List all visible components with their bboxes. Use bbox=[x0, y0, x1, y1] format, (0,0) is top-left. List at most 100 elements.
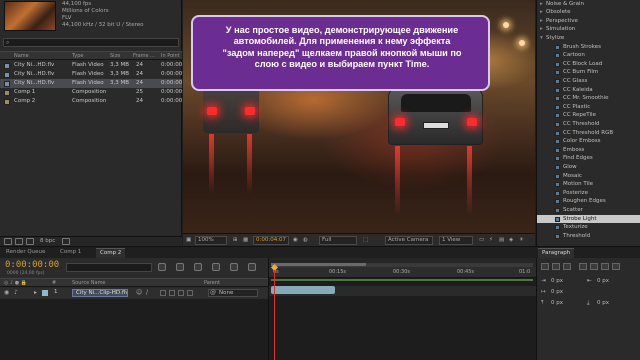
exposure-icon[interactable]: ☀ bbox=[519, 237, 524, 243]
align-right-icon[interactable] bbox=[563, 263, 571, 270]
tab-paragraph[interactable]: Paragraph bbox=[538, 248, 575, 258]
hide-shy-layers-icon[interactable] bbox=[194, 263, 202, 271]
column-source-name[interactable]: Source Name bbox=[72, 280, 106, 286]
adjustment-switch[interactable] bbox=[187, 290, 193, 296]
effect-item[interactable]: Threshold bbox=[537, 232, 640, 240]
project-item[interactable]: City Ni...HD.flv Flash Video 3,3 MB 24 0:00:… bbox=[0, 79, 182, 88]
chevron-right-icon[interactable]: ▸ bbox=[540, 9, 543, 15]
new-folder-icon[interactable] bbox=[15, 238, 23, 245]
viewer-timecode[interactable]: 0:00:04:07 bbox=[253, 236, 289, 245]
chevron-right-icon[interactable]: ▸ bbox=[540, 26, 543, 32]
effect-item[interactable]: Scatter bbox=[537, 206, 640, 214]
project-search-input[interactable]: ⌕ bbox=[3, 38, 179, 47]
justify-all-icon[interactable] bbox=[612, 263, 620, 270]
chevron-down-icon[interactable]: ▾ bbox=[540, 35, 543, 41]
audio-icon[interactable]: ♪ bbox=[14, 289, 18, 296]
effect-item[interactable]: Motion Tile bbox=[537, 181, 640, 189]
effect-item[interactable]: CC Plastic bbox=[537, 103, 640, 111]
effect-item[interactable]: Mosaic bbox=[537, 172, 640, 180]
project-item[interactable]: City Ni...HD.flv Flash Video 3,3 MB 24 0:00:… bbox=[0, 61, 182, 70]
label-color-swatch[interactable] bbox=[42, 290, 48, 296]
timeline-search-input[interactable] bbox=[66, 263, 152, 272]
timeline-timecode[interactable]: 0:00:00:00 bbox=[5, 260, 59, 270]
shy-switch-icon[interactable]: ☺ bbox=[136, 289, 142, 296]
eye-icon[interactable]: ◉ bbox=[4, 289, 9, 296]
pick-whip-icon[interactable]: @ bbox=[210, 289, 216, 296]
quality-switch-icon[interactable]: / bbox=[146, 289, 148, 296]
effect-item[interactable]: Cartoon bbox=[537, 52, 640, 60]
effect-item[interactable]: Strobe Light bbox=[537, 215, 640, 223]
indent-first-field[interactable]: 0 px bbox=[551, 289, 563, 295]
space-before-field[interactable]: 0 px bbox=[551, 300, 563, 306]
space-after-field[interactable]: 0 px bbox=[597, 300, 609, 306]
justify-center-icon[interactable] bbox=[590, 263, 598, 270]
effect-item[interactable]: Posterize bbox=[537, 189, 640, 197]
effect-item[interactable]: CC RepeTile bbox=[537, 112, 640, 120]
chevron-right-icon[interactable]: ▸ bbox=[540, 18, 543, 24]
video-frame[interactable]: У нас простое видео, демонстрирующее дви… bbox=[183, 0, 535, 233]
tab-comp-1[interactable]: Comp 1 bbox=[56, 248, 85, 258]
column-size[interactable]: Size bbox=[110, 53, 120, 59]
magnification-dropdown[interactable]: 100% bbox=[195, 236, 227, 245]
show-channel-icon[interactable]: ◍ bbox=[303, 237, 308, 243]
column-in-point[interactable]: In Point bbox=[161, 53, 180, 59]
effect-item[interactable]: Texturize bbox=[537, 224, 640, 232]
effect-item[interactable]: Color Emboss bbox=[537, 138, 640, 146]
new-comp-icon[interactable] bbox=[26, 238, 34, 245]
indent-right-field[interactable]: 0 px bbox=[597, 278, 609, 284]
justify-right-icon[interactable] bbox=[601, 263, 609, 270]
interpret-footage-icon[interactable] bbox=[4, 238, 12, 245]
effect-item[interactable]: CC Burn Film bbox=[537, 69, 640, 77]
effect-category[interactable]: ▾ Stylize bbox=[537, 34, 640, 42]
comp-mini-flowchart-icon[interactable] bbox=[158, 263, 166, 271]
layer-row[interactable]: ◉ ♪ ▸ 1 City Ni...Clip-HD.flv ☺ / None @ bbox=[0, 288, 268, 298]
effect-item[interactable]: Roughen Edges bbox=[537, 198, 640, 206]
motion-blur-switch[interactable] bbox=[178, 290, 184, 296]
effect-item[interactable]: CC Threshold RGB bbox=[537, 129, 640, 137]
column-frame-rate[interactable]: Frame ... bbox=[133, 53, 155, 59]
timeline-icon[interactable]: ▤ bbox=[499, 237, 504, 243]
motion-blur-icon[interactable] bbox=[230, 263, 238, 271]
layer-name[interactable]: City Ni...Clip-HD.flv bbox=[72, 289, 128, 297]
view-layout-dropdown[interactable]: 1 View bbox=[439, 236, 473, 245]
effect-item[interactable]: Find Edges bbox=[537, 155, 640, 163]
effect-category[interactable]: ▸ Noise & Grain bbox=[537, 0, 640, 8]
fx-switch[interactable] bbox=[160, 290, 166, 296]
expand-arrow-icon[interactable]: ▸ bbox=[34, 289, 37, 296]
chevron-right-icon[interactable]: ▸ bbox=[540, 1, 543, 7]
work-area-bar[interactable] bbox=[271, 263, 366, 266]
align-left-icon[interactable] bbox=[541, 263, 549, 270]
delete-icon[interactable] bbox=[62, 238, 70, 245]
pixel-aspect-icon[interactable]: ▭ bbox=[479, 237, 484, 243]
project-item[interactable]: Comp 1 Composition 25 0:00:00 bbox=[0, 88, 182, 97]
effect-item[interactable]: CC Glass bbox=[537, 77, 640, 85]
effect-item[interactable]: CC Block Load bbox=[537, 60, 640, 68]
resolution-dropdown[interactable]: Full bbox=[319, 236, 357, 245]
bit-depth-label[interactable]: 8 bpc bbox=[40, 238, 55, 244]
tab-comp-2[interactable]: Comp 2 bbox=[96, 248, 126, 258]
fast-preview-icon[interactable]: ⚡ bbox=[489, 237, 493, 243]
justify-left-icon[interactable] bbox=[579, 263, 587, 270]
project-item[interactable]: Comp 2 Composition 24 0:00:00 bbox=[0, 97, 182, 106]
layer-duration-bar[interactable] bbox=[271, 286, 335, 294]
column-parent[interactable]: Parent bbox=[204, 280, 220, 286]
region-of-interest-icon[interactable]: ⬚ bbox=[363, 237, 368, 243]
effect-item[interactable]: Emboss bbox=[537, 146, 640, 154]
frame-blending-icon[interactable] bbox=[212, 263, 220, 271]
draft-3d-icon[interactable] bbox=[176, 263, 184, 271]
flowchart-icon[interactable]: ◈ bbox=[509, 237, 513, 243]
tab-render-queue[interactable]: Render Queue bbox=[2, 248, 49, 258]
align-center-icon[interactable] bbox=[552, 263, 560, 270]
effect-category[interactable]: ▸ Perspective bbox=[537, 17, 640, 25]
effect-item[interactable]: CC Threshold bbox=[537, 120, 640, 128]
frame-blend-switch[interactable] bbox=[169, 290, 175, 296]
project-item[interactable]: City Ni...HD.flv Flash Video 3,3 MB 24 0:00:… bbox=[0, 70, 182, 79]
grid-icon[interactable]: ▦ bbox=[243, 237, 248, 243]
effect-item[interactable]: Glow bbox=[537, 163, 640, 171]
effect-item[interactable]: CC Mr. Smoothie bbox=[537, 95, 640, 103]
time-ruler[interactable]: 0s 00:15s 00:30s 00:45s 01:0 bbox=[269, 267, 537, 278]
snapshot-icon[interactable]: ◉ bbox=[293, 237, 298, 243]
column-name[interactable]: Name bbox=[14, 53, 29, 59]
effect-category[interactable]: ▸ Simulation bbox=[537, 26, 640, 34]
effect-item[interactable]: Brush Strokes bbox=[537, 43, 640, 51]
